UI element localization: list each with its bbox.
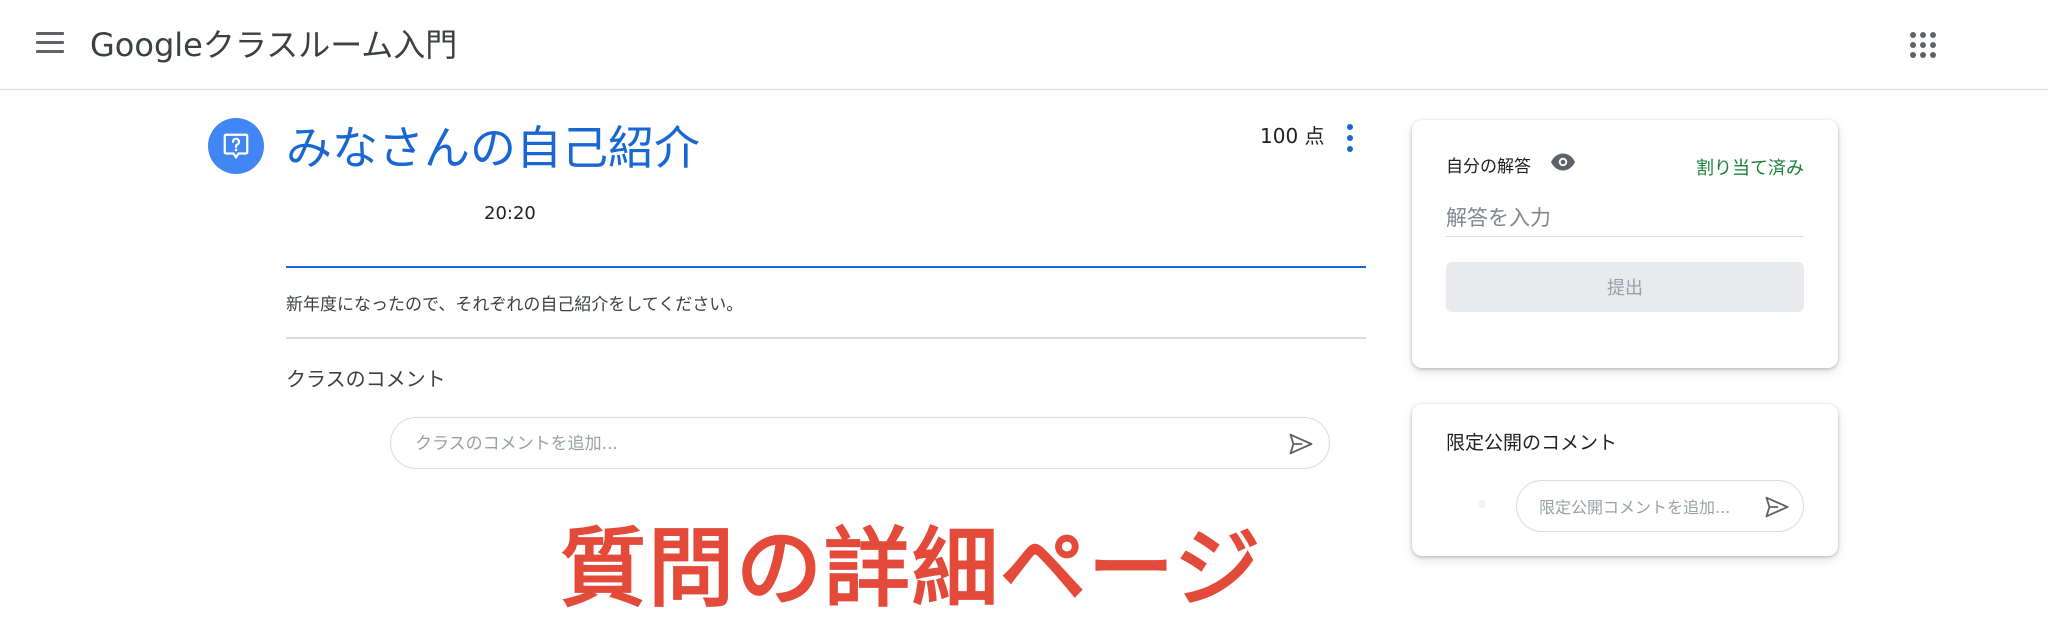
- class-comment-box: [390, 417, 1330, 469]
- submit-button[interactable]: 提出: [1446, 262, 1804, 312]
- question-icon: [208, 118, 264, 174]
- more-options-icon[interactable]: [1344, 124, 1356, 154]
- private-comments-card: 限定公開のコメント: [1412, 404, 1838, 556]
- private-comment-input[interactable]: [1537, 493, 1757, 521]
- eye-icon[interactable]: [1550, 152, 1576, 172]
- overlay-caption: 質問の詳細ページ: [560, 519, 1263, 619]
- class-comments-title: クラスのコメント: [286, 367, 446, 391]
- your-work-label: 自分の解答: [1446, 157, 1531, 177]
- assignment-description: 新年度になったので、それぞれの自己紹介をしてください。: [286, 295, 744, 315]
- points-label: 100 点: [1260, 124, 1325, 148]
- avatar: [1478, 500, 1486, 508]
- assignment-status: 割り当て済み: [1696, 158, 1804, 179]
- description-divider: [286, 337, 1366, 339]
- top-bar: Googleクラスルーム入門: [0, 0, 2048, 90]
- send-icon[interactable]: [1763, 493, 1791, 521]
- due-time: 20:20: [484, 203, 536, 224]
- send-icon[interactable]: [1287, 430, 1315, 458]
- header-divider: [286, 266, 1366, 268]
- private-comments-title: 限定公開のコメント: [1446, 432, 1618, 454]
- assignment-title: みなさんの自己紹介: [286, 121, 700, 175]
- apps-grid-icon[interactable]: [1910, 32, 1936, 58]
- answer-input[interactable]: [1446, 200, 1804, 237]
- private-comment-box: [1516, 480, 1804, 532]
- class-title[interactable]: Googleクラスルーム入門: [90, 20, 457, 66]
- class-comment-input[interactable]: [413, 430, 1237, 458]
- menu-icon[interactable]: [36, 32, 64, 54]
- your-work-card: 自分の解答 割り当て済み 提出: [1412, 120, 1838, 368]
